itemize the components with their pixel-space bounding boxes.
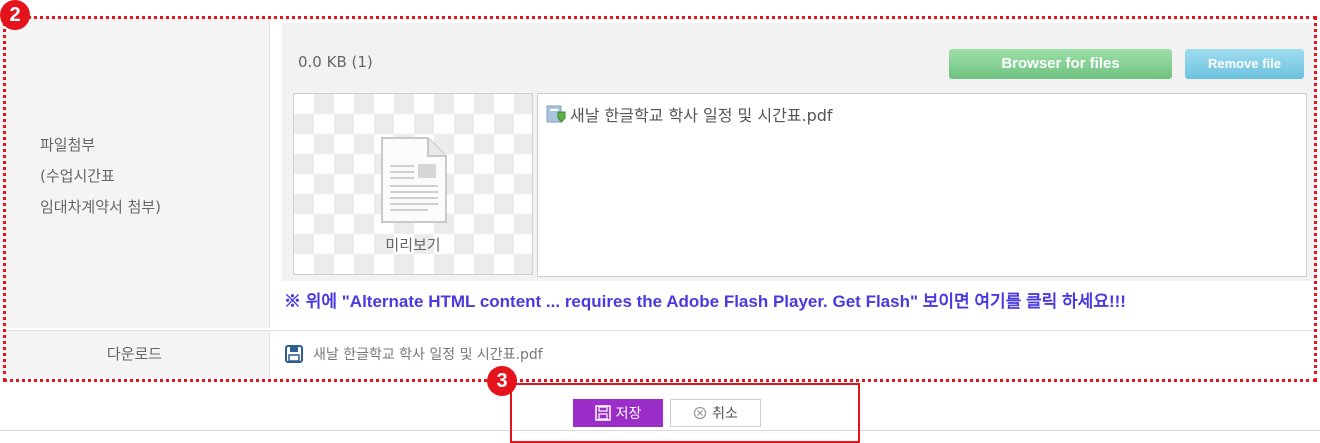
save-button-label: 저장 <box>615 406 642 422</box>
file-list-item-name: 새날 한글학교 학사 일정 및 시간표.pdf <box>570 106 833 125</box>
total-file-size: 0.0 KB (1) <box>298 53 373 71</box>
cancel-button[interactable]: 취소 <box>670 399 761 427</box>
get-flash-link[interactable]: ※ 위에 "Alternate HTML content ... require… <box>284 287 1126 312</box>
save-button[interactable]: 저장 <box>573 399 663 427</box>
download-label: 다운로드 <box>0 331 270 378</box>
cancel-button-label: 취소 <box>712 406 738 422</box>
file-upload-icon <box>546 105 566 123</box>
document-icon <box>381 137 447 223</box>
annotation-badge-2: 2 <box>0 0 30 30</box>
annotation-badge-3: 3 <box>487 366 517 396</box>
attachment-content-cell: 0.0 KB (1) Browser for files Remove file <box>270 18 1320 328</box>
cancel-icon <box>694 406 707 420</box>
attachment-label-cell: 파일첨부 (수업시간표 임대차계약서 첨부) <box>0 18 270 328</box>
attachment-label-line-2: (수업시간표 <box>40 167 115 185</box>
attachment-label-line-1: 파일첨부 <box>40 136 96 154</box>
download-row: 다운로드 새날 한글학교 학사 일정 및 시간표.pdf <box>0 330 1320 378</box>
download-link[interactable]: 새날 한글학교 학사 일정 및 시간표.pdf <box>285 344 543 364</box>
floppy-disk-icon <box>285 345 303 363</box>
file-preview-box: 미리보기 <box>293 93 533 275</box>
attachment-label: 파일첨부 (수업시간표 임대차계약서 첨부) <box>40 130 161 223</box>
bottom-divider <box>0 430 1320 431</box>
file-list-item[interactable]: 새날 한글학교 학사 일정 및 시간표.pdf <box>546 102 833 126</box>
preview-label: 미리보기 <box>385 236 441 254</box>
file-uploader: 0.0 KB (1) Browser for files Remove file <box>282 23 1317 281</box>
browse-files-button[interactable]: Browser for files <box>949 49 1172 79</box>
download-file-name: 새날 한글학교 학사 일정 및 시간표.pdf <box>313 347 543 363</box>
attachment-row: 파일첨부 (수업시간표 임대차계약서 첨부) 0.0 KB (1) Browse… <box>0 18 1320 328</box>
remove-file-button[interactable]: Remove file <box>1185 49 1304 79</box>
file-list: 새날 한글학교 학사 일정 및 시간표.pdf <box>537 93 1307 277</box>
save-icon <box>594 405 611 421</box>
attachment-label-line-3: 임대차계약서 첨부) <box>40 198 162 216</box>
